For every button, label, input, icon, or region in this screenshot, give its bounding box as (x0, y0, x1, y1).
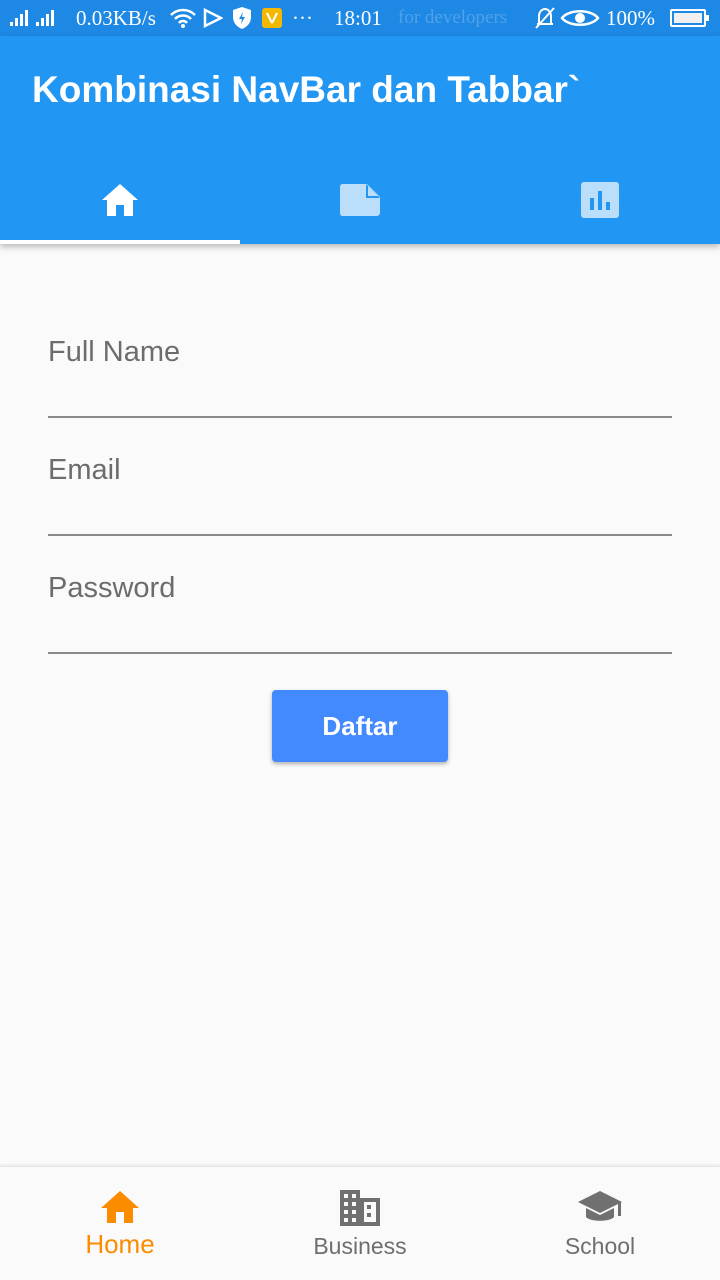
bar-chart-icon (581, 182, 619, 218)
tab-home[interactable] (0, 156, 240, 244)
nav-item-business[interactable]: Business (240, 1167, 480, 1280)
registration-form: Daftar (48, 300, 672, 762)
shield-icon (231, 0, 253, 36)
wifi-icon (170, 0, 196, 36)
tab-bar (0, 156, 720, 244)
nav-label-business: Business (313, 1233, 407, 1259)
password-input[interactable] (48, 562, 672, 614)
full-name-field (48, 300, 672, 418)
signal-icons (10, 0, 54, 36)
app-bar: Kombinasi NavBar dan Tabbar` (0, 36, 720, 244)
signal-strength-icon (10, 10, 28, 26)
network-speed: 0.03KB/s (76, 5, 156, 30)
school-icon (578, 1191, 622, 1221)
nav-label-home: Home (85, 1229, 155, 1259)
full-name-input[interactable] (48, 326, 672, 378)
password-field (48, 536, 672, 654)
battery-icon (670, 0, 709, 36)
email-field (48, 418, 672, 536)
signal-strength-2-icon (36, 10, 54, 26)
battery-percent: 100% (606, 5, 655, 30)
business-icon (340, 1190, 380, 1226)
app-title: Kombinasi NavBar dan Tabbar` (32, 69, 581, 110)
tab-note[interactable] (240, 156, 480, 244)
nav-item-school[interactable]: School (480, 1167, 720, 1280)
clock: 18:01 (334, 5, 382, 30)
tools-icon (261, 0, 283, 36)
home-icon (101, 1191, 139, 1223)
tab-indicator (0, 240, 240, 244)
overflow-dots: ··· (292, 5, 313, 30)
home-icon (102, 184, 138, 216)
nav-item-home[interactable]: Home (0, 1167, 240, 1280)
status-bar: 0.03KB/s ··· 18:01 for developers 100% (0, 0, 720, 36)
tab-chart[interactable] (480, 156, 720, 244)
nav-label-school: School (564, 1233, 636, 1259)
email-input[interactable] (48, 444, 672, 496)
daftar-button[interactable]: Daftar (272, 690, 448, 762)
field-underline (48, 652, 672, 654)
play-store-icon (203, 0, 223, 36)
bottom-navigation: Home Business School (0, 1166, 720, 1280)
mute-bell-icon (534, 0, 556, 36)
note-icon (340, 184, 380, 216)
eye-icon (560, 0, 600, 36)
background-notice: for developers (398, 7, 508, 28)
